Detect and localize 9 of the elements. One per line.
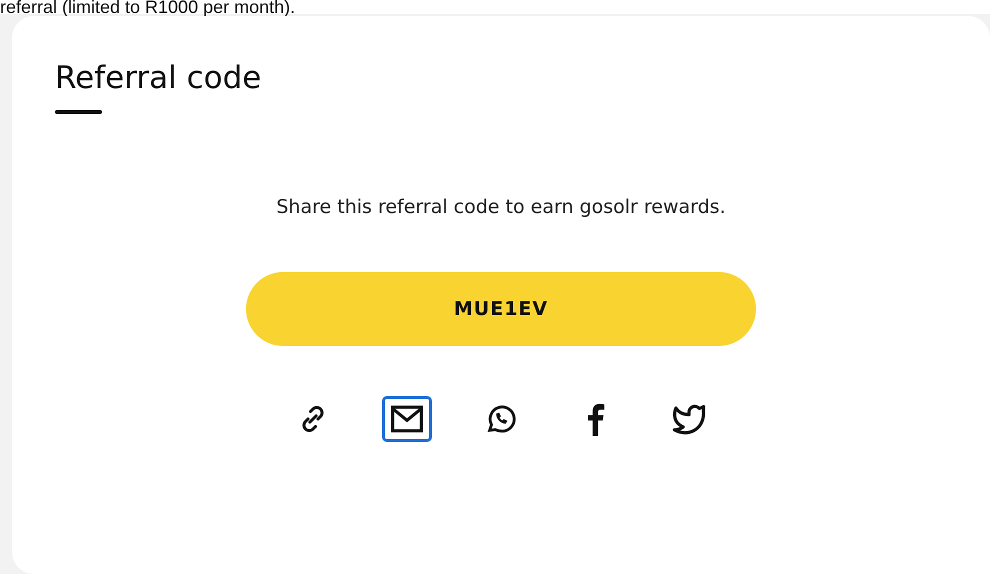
share-email-button[interactable] bbox=[382, 396, 432, 442]
facebook-icon bbox=[585, 402, 605, 436]
title-underline bbox=[55, 110, 102, 114]
envelope-icon bbox=[390, 404, 424, 434]
card-title: Referral code bbox=[55, 60, 262, 96]
intro-text: referral (limited to R1000 per month). bbox=[0, 0, 990, 14]
description-text: Share this referral code to earn gosolr rewards. bbox=[276, 196, 726, 218]
bird-icon bbox=[671, 403, 707, 435]
referral-code-button[interactable]: MUE1EV bbox=[246, 272, 756, 346]
